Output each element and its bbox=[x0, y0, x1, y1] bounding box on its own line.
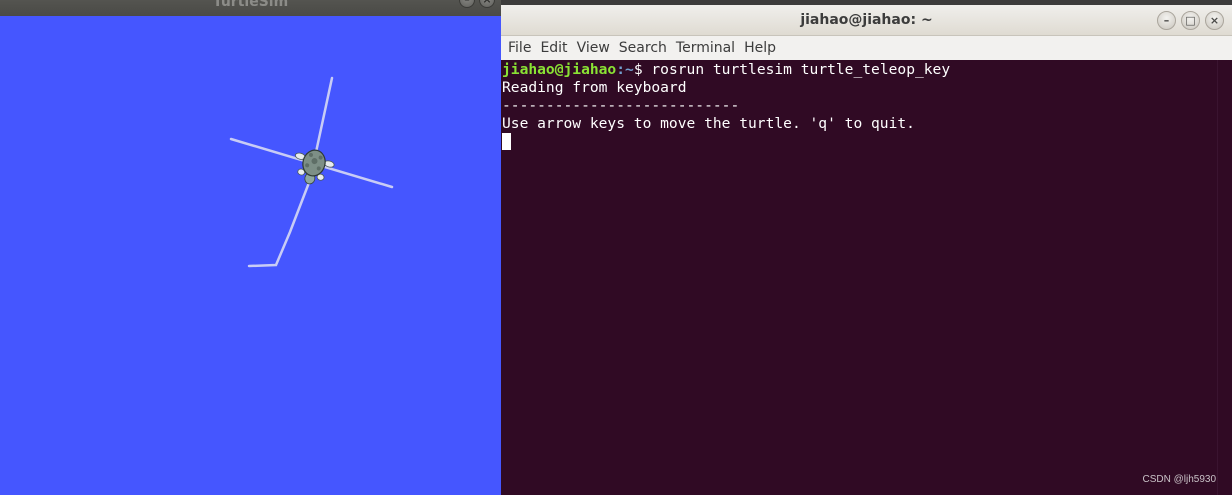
menu-search[interactable]: Search bbox=[615, 37, 671, 59]
close-button[interactable]: × bbox=[479, 0, 495, 8]
terminal-line: Use arrow keys to move the turtle. 'q' t… bbox=[502, 115, 915, 132]
prompt-user: jiahao@jiahao bbox=[502, 61, 617, 78]
menu-help[interactable]: Help bbox=[740, 37, 780, 59]
turtlesim-window: TurtleSim – × bbox=[0, 0, 501, 495]
terminal-line: Reading from keyboard bbox=[502, 79, 687, 96]
maximize-button[interactable]: □ bbox=[1181, 11, 1200, 30]
turtlesim-title: TurtleSim bbox=[212, 0, 289, 10]
terminal-window: jiahao@jiahao: ~ – □ × File Edit View Se… bbox=[501, 5, 1232, 495]
close-button[interactable]: × bbox=[1205, 11, 1224, 30]
terminal-menubar: File Edit View Search Terminal Help bbox=[501, 36, 1232, 60]
menu-file[interactable]: File bbox=[504, 37, 535, 59]
minimize-button[interactable]: – bbox=[1157, 11, 1176, 30]
watermark: CSDN @ljh5930 bbox=[1142, 474, 1216, 485]
turtle-icon bbox=[294, 149, 335, 185]
prompt-path: :~ bbox=[616, 61, 634, 78]
trail-segment bbox=[247, 178, 312, 268]
turtlesim-titlebar[interactable]: TurtleSim – × bbox=[0, 0, 501, 16]
terminal-scrollbar[interactable] bbox=[1217, 60, 1232, 495]
terminal-line: --------------------------- bbox=[502, 97, 740, 114]
terminal-line-cursor bbox=[502, 133, 1217, 151]
menu-view[interactable]: View bbox=[573, 37, 614, 59]
minimize-button[interactable]: – bbox=[459, 0, 475, 8]
menu-terminal[interactable]: Terminal bbox=[672, 37, 739, 59]
terminal-title: jiahao@jiahao: ~ bbox=[800, 12, 933, 28]
text-cursor bbox=[502, 133, 511, 150]
menu-edit[interactable]: Edit bbox=[536, 37, 571, 59]
command-text: rosrun turtlesim turtle_teleop_key bbox=[651, 61, 951, 78]
terminal-line-command: jiahao@jiahao:~$ rosrun turtlesim turtle… bbox=[502, 61, 1217, 79]
terminal-output[interactable]: jiahao@jiahao:~$ rosrun turtlesim turtle… bbox=[501, 60, 1217, 495]
terminal-titlebar[interactable]: jiahao@jiahao: ~ – □ × bbox=[501, 5, 1232, 36]
turtlesim-canvas bbox=[229, 76, 394, 268]
prompt-symbol: $ bbox=[633, 61, 652, 78]
